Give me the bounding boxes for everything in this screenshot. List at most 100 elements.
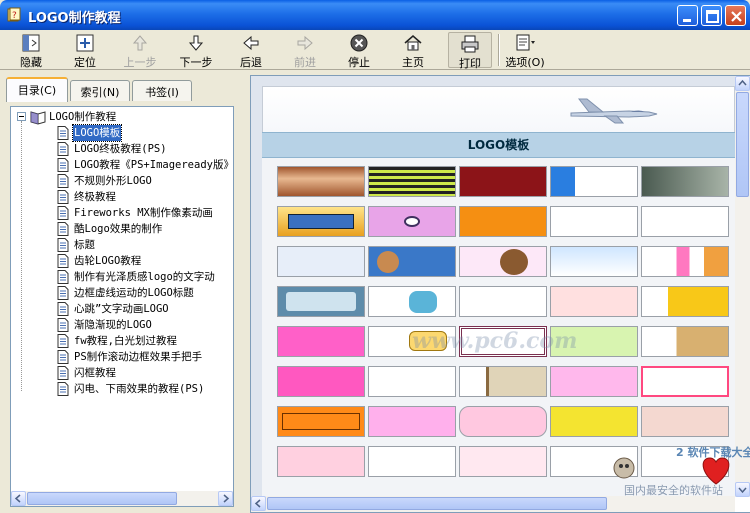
print-button[interactable]: 打印 xyxy=(448,32,492,70)
logo-template-thumbnail[interactable] xyxy=(459,166,547,197)
logo-template-thumbnail[interactable] xyxy=(550,406,638,437)
logo-template-thumbnail[interactable] xyxy=(641,246,729,277)
logo-template-thumbnail[interactable] xyxy=(550,366,638,397)
print-icon xyxy=(461,35,479,53)
topic-heading-bar: LOGO模板 xyxy=(262,132,735,158)
tree-item[interactable]: PS制作滚动边框效果手把手 xyxy=(57,349,233,365)
logo-template-thumbnail[interactable] xyxy=(459,286,547,317)
logo-template-thumbnail[interactable] xyxy=(368,446,456,477)
forward-button[interactable]: 前进 xyxy=(284,32,326,69)
logo-template-thumbnail[interactable] xyxy=(368,366,456,397)
back-arrow-icon xyxy=(243,35,259,51)
logo-template-thumbnail[interactable] xyxy=(277,446,365,477)
tree-item[interactable]: LOGO模板 xyxy=(57,124,227,142)
logo-template-thumbnail[interactable] xyxy=(277,286,365,317)
logo-template-thumbnail[interactable] xyxy=(277,206,365,237)
document-icon xyxy=(57,318,69,332)
logo-template-thumbnail[interactable] xyxy=(641,326,729,357)
tree-item[interactable]: fw教程,白光划过教程 xyxy=(57,333,233,349)
back-button[interactable]: 后退 xyxy=(230,32,272,69)
close-button[interactable] xyxy=(725,5,746,26)
logo-template-thumbnail[interactable] xyxy=(550,206,638,237)
logo-template-thumbnail[interactable] xyxy=(368,166,456,197)
logo-template-thumbnail[interactable] xyxy=(641,206,729,237)
tree-item[interactable]: 不规则外形LOGO xyxy=(57,173,227,189)
logo-template-thumbnail[interactable] xyxy=(368,406,456,437)
hide-button[interactable]: 隐藏 xyxy=(10,32,52,69)
document-icon xyxy=(57,126,69,140)
logo-template-thumbnail[interactable] xyxy=(277,366,365,397)
content-vertical-scrollbar[interactable] xyxy=(735,76,750,497)
logo-template-thumbnail[interactable] xyxy=(641,286,729,317)
stop-button[interactable]: 停止 xyxy=(338,32,380,69)
tab-bookmarks[interactable]: 书签(I) xyxy=(132,80,192,101)
logo-template-thumbnail[interactable] xyxy=(368,206,456,237)
tree-root[interactable]: LOGO制作教程 xyxy=(17,109,217,125)
logo-template-thumbnail[interactable] xyxy=(459,206,547,237)
logo-template-thumbnail[interactable] xyxy=(459,406,547,437)
document-icon xyxy=(57,382,69,396)
logo-template-thumbnail[interactable] xyxy=(368,246,456,277)
contents-tree[interactable]: LOGO制作教程 LOGO模板 LOGO终极教程(PS) LOGO教程《PS+I… xyxy=(10,106,234,507)
tab-contents[interactable]: 目录(C) xyxy=(6,77,68,102)
scroll-left-button[interactable] xyxy=(251,496,266,511)
tree-item[interactable]: 制作有光泽质感logo的文字动 xyxy=(57,269,233,285)
document-icon xyxy=(57,286,69,300)
logo-template-thumbnail[interactable] xyxy=(550,286,638,317)
scroll-thumb[interactable] xyxy=(27,492,177,505)
next-topic-button[interactable]: 下一步 xyxy=(174,32,218,69)
locate-button[interactable]: 定位 xyxy=(64,32,106,69)
logo-template-thumbnail[interactable] xyxy=(459,246,547,277)
logo-template-thumbnail[interactable] xyxy=(641,166,729,197)
chevron-right-icon xyxy=(223,494,230,503)
logo-template-thumbnail[interactable] xyxy=(368,286,456,317)
pane-splitter[interactable] xyxy=(243,71,250,513)
stop-icon xyxy=(350,34,368,52)
document-icon xyxy=(57,190,69,204)
scroll-right-button[interactable] xyxy=(218,491,233,506)
logo-template-thumbnail[interactable] xyxy=(277,406,365,437)
logo-template-thumbnail[interactable] xyxy=(550,166,638,197)
minimize-button[interactable] xyxy=(677,5,698,26)
scroll-left-button[interactable] xyxy=(11,491,26,506)
tree-horizontal-scrollbar[interactable] xyxy=(11,491,233,506)
tree-item[interactable]: 酷Logo效果的制作 xyxy=(57,221,227,237)
logo-template-thumbnail[interactable] xyxy=(459,366,547,397)
scroll-thumb[interactable] xyxy=(736,92,749,197)
topic-banner xyxy=(262,86,735,132)
chevron-left-icon xyxy=(14,494,21,503)
logo-template-thumbnail[interactable] xyxy=(459,446,547,477)
up-arrow-icon xyxy=(132,35,148,51)
tree-item[interactable]: 心跳”文字动画LOGO xyxy=(57,301,233,317)
tree-item[interactable]: 标题 xyxy=(57,237,227,253)
corner-watermark-logo: 2 软件下载大全 国内最安全的软件站 xyxy=(606,438,750,513)
corner-text-1: 2 软件下载大全 xyxy=(676,446,750,459)
tree-item[interactable]: 终极教程 xyxy=(57,189,227,205)
logo-template-thumbnail[interactable] xyxy=(550,246,638,277)
previous-topic-button[interactable]: 上一步 xyxy=(118,32,162,69)
logo-template-thumbnail[interactable] xyxy=(641,366,729,397)
tree-item[interactable]: LOGO教程《PS+Imageready版》 xyxy=(57,157,233,173)
document-icon xyxy=(57,142,69,156)
logo-template-thumbnail[interactable] xyxy=(277,166,365,197)
tree-item[interactable]: Fireworks MX制作像素动画 xyxy=(57,205,233,221)
title-bar[interactable]: ? LOGO制作教程 xyxy=(0,0,750,30)
logo-template-thumbnail[interactable] xyxy=(641,406,729,437)
tree-item[interactable]: 齿轮LOGO教程 xyxy=(57,253,227,269)
tree-item[interactable]: 闪框教程 xyxy=(57,365,227,381)
options-button[interactable]: 选项(O) xyxy=(503,32,547,69)
logo-template-thumbnail[interactable] xyxy=(277,246,365,277)
scroll-up-button[interactable] xyxy=(735,76,750,91)
tab-index[interactable]: 索引(N) xyxy=(70,80,130,101)
logo-template-thumbnail[interactable] xyxy=(277,326,365,357)
tree-item[interactable]: 闪电、下雨效果的教程(PS) xyxy=(57,381,233,397)
chevron-up-icon xyxy=(738,79,747,86)
corner-text-2: 国内最安全的软件站 xyxy=(624,484,723,497)
tree-item[interactable]: 边框虚线运动的LOGO标题 xyxy=(57,285,233,301)
tree-item[interactable]: LOGO终极教程(PS) xyxy=(57,141,227,157)
maximize-button[interactable] xyxy=(701,5,722,26)
home-button[interactable]: 主页 xyxy=(392,32,434,69)
document-icon xyxy=(57,270,69,284)
scroll-thumb[interactable] xyxy=(267,497,607,510)
tree-item[interactable]: 渐隐渐现的LOGO xyxy=(57,317,233,333)
